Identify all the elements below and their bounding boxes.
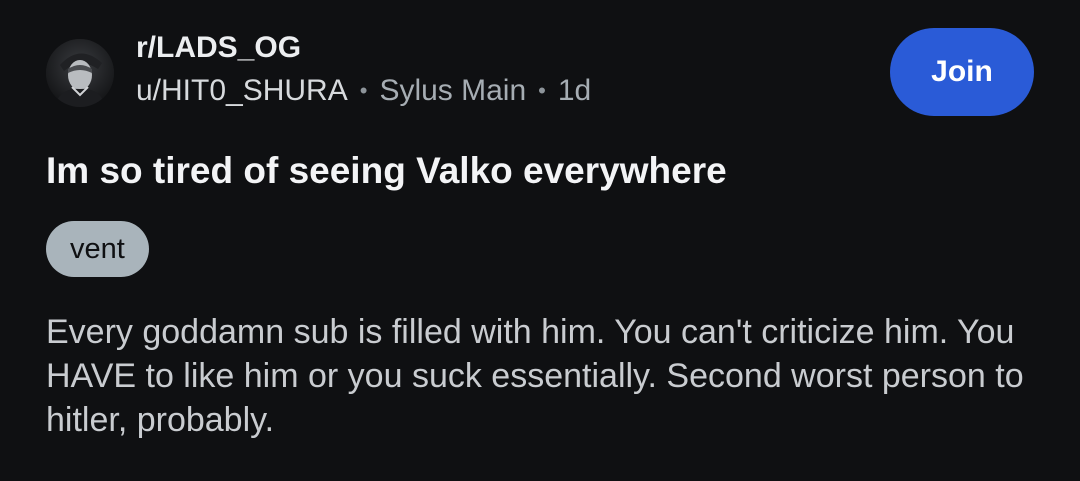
post-header: r/LADS_OG u/HIT0_SHURA • Sylus Main • 1d (46, 31, 591, 110)
byline: u/HIT0_SHURA • Sylus Main • 1d (136, 72, 591, 110)
post-flair-chip[interactable]: vent (46, 221, 149, 277)
post-title[interactable]: Im so tired of seeing Valko everywhere (46, 146, 727, 196)
subreddit-avatar[interactable] (46, 39, 114, 107)
post-body: Every goddamn sub is filled with him. Yo… (46, 313, 1024, 439)
user-flair: Sylus Main (379, 74, 527, 107)
byline-separator: • (359, 78, 368, 103)
subreddit-name[interactable]: r/LADS_OG (136, 30, 591, 66)
post-age: 1d (557, 74, 592, 107)
post-meta: r/LADS_OG u/HIT0_SHURA • Sylus Main • 1d (136, 31, 591, 110)
author-name[interactable]: u/HIT0_SHURA (136, 72, 348, 110)
avatar-photo-icon (46, 39, 114, 107)
byline-separator: • (538, 78, 546, 103)
join-button[interactable]: Join (890, 28, 1034, 116)
